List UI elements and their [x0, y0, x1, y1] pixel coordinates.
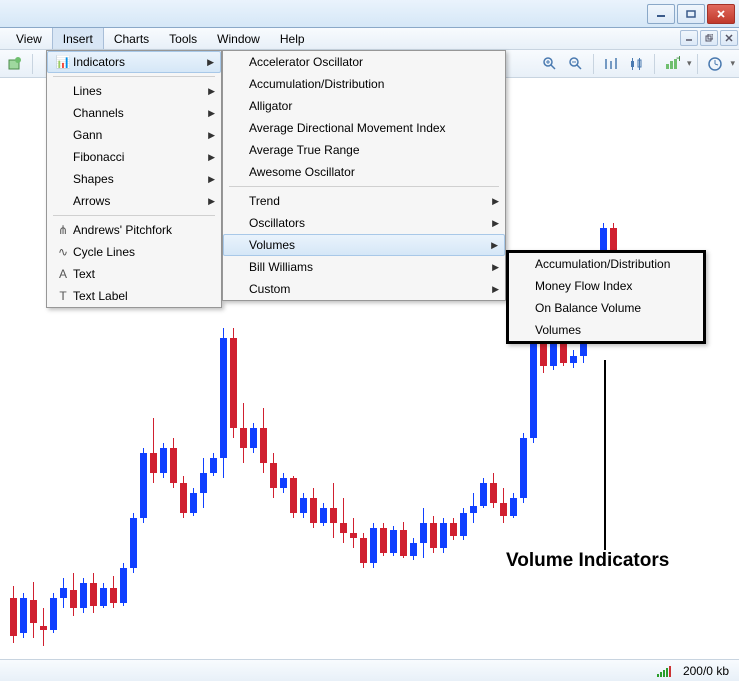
indicators-icon: 📊 [53, 55, 73, 69]
menu-item-shapes[interactable]: Shapes▶ [47, 168, 221, 190]
menu-item-volumes[interactable]: Volumes▶ [223, 234, 505, 256]
menu-item-cycle-lines[interactable]: ∿Cycle Lines [47, 241, 221, 263]
menu-item-bill-williams[interactable]: Bill Williams▶ [223, 256, 505, 278]
new-chart-button[interactable] [4, 53, 26, 75]
menu-item-adx[interactable]: Average Directional Movement Index [223, 117, 505, 139]
menu-item-custom[interactable]: Custom▶ [223, 278, 505, 300]
indicators-dropdown: Accelerator Oscillator Accumulation/Dist… [222, 50, 506, 301]
insert-dropdown: 📊Indicators▶ Lines▶ Channels▶ Gann▶ Fibo… [46, 50, 222, 308]
menu-item-volumes-ind[interactable]: Volumes [509, 319, 703, 341]
pitchfork-icon: ⋔ [53, 223, 73, 237]
menu-item-oscillators[interactable]: Oscillators▶ [223, 212, 505, 234]
indicators-button[interactable]: + [661, 53, 683, 75]
text-icon: A [53, 267, 73, 281]
menu-item-andrews-pitchfork[interactable]: ⋔Andrews' Pitchfork [47, 219, 221, 241]
bar-chart-button[interactable] [600, 53, 622, 75]
menu-item-atr[interactable]: Average True Range [223, 139, 505, 161]
mdi-minimize-button[interactable] [680, 30, 698, 46]
menu-item-fibonacci[interactable]: Fibonacci▶ [47, 146, 221, 168]
menu-item-text-label[interactable]: TText Label [47, 285, 221, 307]
menu-item-accelerator[interactable]: Accelerator Oscillator [223, 51, 505, 73]
cycle-icon: ∿ [53, 245, 73, 259]
menu-item-awesome[interactable]: Awesome Oscillator [223, 161, 505, 183]
menu-help[interactable]: Help [270, 28, 315, 49]
menu-view[interactable]: View [6, 28, 52, 49]
menu-window[interactable]: Window [207, 28, 270, 49]
menubar: View Insert Charts Tools Window Help [0, 28, 739, 50]
connection-icon [657, 665, 671, 677]
menu-item-mfi[interactable]: Money Flow Index [509, 275, 703, 297]
annotation-label: Volume Indicators [506, 550, 669, 572]
minimize-button[interactable] [647, 4, 675, 24]
statusbar: 200/0 kb [0, 659, 739, 681]
maximize-button[interactable] [677, 4, 705, 24]
svg-text:+: + [676, 56, 680, 65]
menu-tools[interactable]: Tools [159, 28, 207, 49]
menu-item-lines[interactable]: Lines▶ [47, 80, 221, 102]
menu-item-alligator[interactable]: Alligator [223, 95, 505, 117]
menu-item-text[interactable]: AText [47, 263, 221, 285]
menu-item-accumulation-distribution[interactable]: Accumulation/Distribution [223, 73, 505, 95]
menu-insert[interactable]: Insert [52, 28, 104, 49]
zoom-in-button[interactable] [539, 53, 561, 75]
periodicity-button[interactable] [704, 53, 726, 75]
text-label-icon: T [53, 289, 73, 303]
menu-item-channels[interactable]: Channels▶ [47, 102, 221, 124]
menu-item-gann[interactable]: Gann▶ [47, 124, 221, 146]
menu-item-indicators[interactable]: 📊Indicators▶ [47, 51, 221, 73]
status-kb: 200/0 kb [683, 664, 729, 678]
window-titlebar [0, 0, 739, 28]
menu-item-vol-accdist[interactable]: Accumulation/Distribution [509, 253, 703, 275]
menu-item-trend[interactable]: Trend▶ [223, 190, 505, 212]
menu-charts[interactable]: Charts [104, 28, 159, 49]
menu-item-obv[interactable]: On Balance Volume [509, 297, 703, 319]
annotation-connector [604, 360, 606, 550]
zoom-out-button[interactable] [565, 53, 587, 75]
candle-chart-button[interactable] [626, 53, 648, 75]
mdi-close-button[interactable] [720, 30, 738, 46]
close-button[interactable] [707, 4, 735, 24]
volumes-dropdown: Accumulation/Distribution Money Flow Ind… [506, 250, 706, 344]
mdi-restore-button[interactable] [700, 30, 718, 46]
menu-item-arrows[interactable]: Arrows▶ [47, 190, 221, 212]
